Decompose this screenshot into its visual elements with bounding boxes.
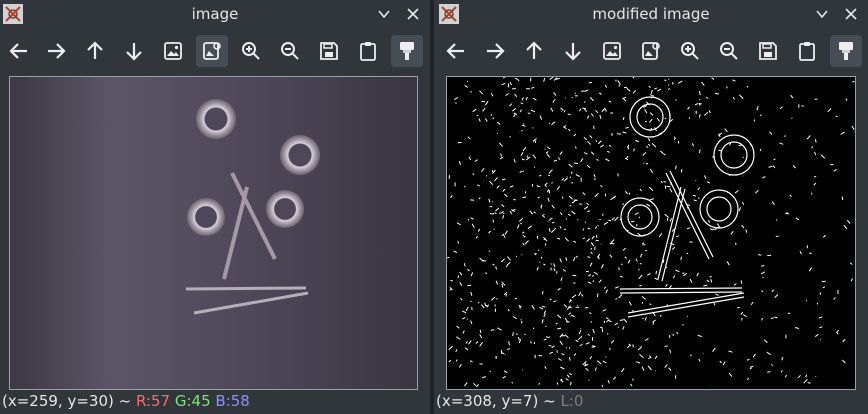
copy-clipboard-button[interactable] bbox=[791, 35, 823, 67]
pixel-luminance-value: L:0 bbox=[560, 392, 584, 410]
zoom-in-button[interactable] bbox=[674, 35, 706, 67]
arrow-right-icon bbox=[48, 43, 66, 59]
modified-image-canvas[interactable] bbox=[446, 76, 856, 390]
zoom-in-icon bbox=[681, 42, 699, 60]
status-bar: (x=308, y=7) ~ L:0 bbox=[436, 392, 583, 410]
zoom-original-button[interactable] bbox=[635, 35, 667, 67]
pan-up-button[interactable] bbox=[79, 35, 111, 67]
zoom-original-button[interactable] bbox=[196, 35, 228, 67]
save-icon bbox=[320, 42, 338, 60]
chevron-down-icon[interactable] bbox=[814, 6, 830, 22]
window-title: image bbox=[191, 5, 239, 23]
arrow-down-icon bbox=[565, 43, 581, 61]
clipboard-icon bbox=[799, 42, 815, 61]
save-icon bbox=[759, 42, 777, 60]
pixel-blue-value: B:58 bbox=[215, 392, 250, 410]
clipboard-icon bbox=[360, 42, 376, 61]
pan-right-button[interactable] bbox=[479, 35, 511, 67]
arrow-down-icon bbox=[126, 43, 142, 61]
cursor-coordinates: (x=259, y=30) ~ bbox=[2, 392, 132, 410]
chevron-down-icon[interactable] bbox=[376, 6, 392, 22]
copy-clipboard-button[interactable] bbox=[352, 35, 384, 67]
zoom-out-button[interactable] bbox=[713, 35, 745, 67]
save-button[interactable] bbox=[313, 35, 345, 67]
zoom-out-icon bbox=[720, 42, 738, 60]
properties-button[interactable] bbox=[391, 35, 423, 67]
title-bar: modified image bbox=[434, 0, 868, 28]
close-icon[interactable] bbox=[843, 6, 859, 22]
pan-right-button[interactable] bbox=[40, 35, 72, 67]
zoom-out-icon bbox=[281, 42, 299, 60]
image-settings-icon bbox=[642, 42, 660, 60]
toolbar bbox=[434, 35, 868, 71]
save-button[interactable] bbox=[752, 35, 784, 67]
brush-icon bbox=[400, 42, 414, 60]
pan-down-button[interactable] bbox=[118, 35, 150, 67]
zoom-out-button[interactable] bbox=[274, 35, 306, 67]
zoom-in-icon bbox=[242, 42, 260, 60]
image-settings-icon bbox=[203, 42, 221, 60]
arrow-up-icon bbox=[526, 41, 542, 59]
pixel-red-value: R:57 bbox=[135, 392, 171, 410]
cursor-coordinates: (x=308, y=7) ~ bbox=[436, 392, 556, 410]
pan-left-button[interactable] bbox=[3, 35, 35, 67]
arrow-right-icon bbox=[487, 43, 505, 59]
zoom-in-button[interactable] bbox=[235, 35, 267, 67]
pan-down-button[interactable] bbox=[557, 35, 589, 67]
close-icon[interactable] bbox=[405, 6, 421, 22]
properties-button[interactable] bbox=[830, 35, 862, 67]
window-title: modified image bbox=[592, 5, 710, 23]
zoom-to-fit-button[interactable] bbox=[596, 35, 628, 67]
image-icon bbox=[603, 42, 621, 60]
photo-image bbox=[10, 77, 417, 389]
brush-icon bbox=[839, 42, 853, 60]
title-bar: image bbox=[0, 0, 430, 28]
pan-left-button[interactable] bbox=[440, 35, 472, 67]
status-bar: (x=259, y=30) ~ R:57 G:45 B:58 bbox=[2, 392, 250, 410]
image-icon bbox=[164, 42, 182, 60]
zoom-to-fit-button[interactable] bbox=[157, 35, 189, 67]
image-canvas[interactable] bbox=[9, 76, 418, 390]
arrow-left-icon bbox=[446, 43, 464, 59]
edge-image bbox=[447, 77, 855, 389]
modified-image-window: modified image (x=308, y=7) ~ L:0 bbox=[434, 0, 868, 414]
arrow-left-icon bbox=[9, 43, 27, 59]
image-window: image (x=259, y=30) ~ R:57 G:45 B:58 bbox=[0, 0, 430, 414]
pan-up-button[interactable] bbox=[518, 35, 550, 67]
pixel-green-value: G:45 bbox=[174, 392, 211, 410]
arrow-up-icon bbox=[87, 41, 103, 59]
toolbar bbox=[0, 35, 430, 71]
